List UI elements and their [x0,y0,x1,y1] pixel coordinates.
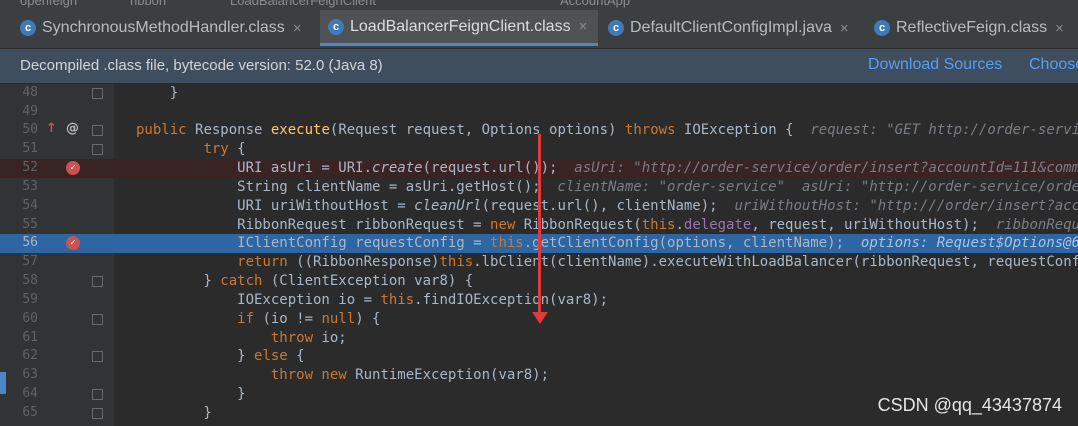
code-text: throw io; [270,330,347,346]
debug-hint: ribbonRequest: Feign [995,217,1078,233]
top-navigation-strip: openfeign ribbon LoadBalancerFeignClient… [0,0,1078,10]
line-number: 57 [22,254,38,269]
code-text: String clientName = asUri.getHost(); cli… [136,178,1078,197]
code-text: return ((RibbonResponse)this.lbClient(cl… [237,254,1078,270]
line-number: 49 [22,104,38,119]
breadcrumb-item[interactable]: ribbon [130,0,166,8]
code-line: 62 } else { [0,347,1078,366]
tab-synchronous-method-handler[interactable]: c SynchronousMethodHandler.class × [12,10,302,46]
breadcrumb-item[interactable]: openfeign [20,0,77,8]
fold-marker-icon[interactable] [92,276,103,287]
editor-tab-bar: c SynchronousMethodHandler.class × c Loa… [0,10,1078,49]
line-number: 48 [22,85,38,100]
code-text: } catch (ClientException var8) { [136,273,474,289]
fold-marker-icon[interactable] [92,125,103,136]
fold-marker-icon[interactable] [92,351,103,362]
line-number: 50 [22,122,38,137]
line-number: 61 [22,330,38,345]
code-text: URI uriWithoutHost = cleanUrl(request.ur… [136,197,1078,216]
class-file-icon: c [20,20,36,36]
tab-label: ReflectiveFeign.class [896,19,1048,36]
close-icon[interactable]: × [1055,20,1064,37]
tab-load-balancer-feign-client[interactable]: c LoadBalancerFeignClient.class × [320,10,598,46]
code-text: public Response execute(Request request,… [136,121,1078,140]
line-number: 51 [22,141,38,156]
line-number: 65 [22,405,38,420]
debug-hint: uriWithoutHost: "http:///order/insert?ac… [734,198,1078,214]
tab-label: SynchronousMethodHandler.class [42,19,285,36]
annotation-marker-icon: @ [66,121,79,136]
decompiled-message: Decompiled .class file, bytecode version… [20,57,383,74]
tool-window-stripe[interactable] [0,372,6,394]
line-number: 59 [22,292,38,307]
code-line: 48 } [0,84,1078,103]
debug-hint: request: "GET http://order-service/ord [810,122,1078,138]
breadcrumb-item[interactable]: LoadBalancerFeignClient [230,0,376,8]
watermark: CSDN @qq_43437874 [877,395,1062,415]
line-number: 55 [22,217,38,232]
debug-hint: asUri: "http://order-service/order/inser… [574,160,1078,176]
code-text: if (io != null) { [237,311,381,327]
line-number: 56 [22,235,38,250]
decompiled-notice-banner: Decompiled .class file, bytecode version… [0,49,1078,83]
code-text: } [136,386,246,402]
code-text: RibbonRequest ribbonRequest = new Ribbon… [136,216,1078,235]
fold-marker-icon[interactable] [92,314,103,325]
code-editor[interactable]: 48 } 49 50 ↑ @ public Response execute(R… [0,84,1078,426]
code-line: 61 throw io; [0,329,1078,348]
tab-label: DefaultClientConfigImpl.java [630,19,832,36]
code-line: 49 [0,103,1078,122]
fold-marker-icon[interactable] [92,408,103,419]
line-number: 52 [22,160,38,175]
code-text: throw new RuntimeException(var8); [270,367,550,383]
debug-hint: clientName: "order-service" asUri: "http… [557,179,1078,195]
code-line: 63 throw new RuntimeException(var8); [0,366,1078,385]
fold-marker-icon[interactable] [92,389,103,400]
fold-marker-icon[interactable] [92,144,103,155]
fold-marker-icon[interactable] [92,88,103,99]
class-file-icon: c [608,20,624,36]
line-number: 53 [22,179,38,194]
code-text: } [136,85,179,101]
annotation-arrow-head [532,312,548,324]
class-file-icon: c [328,18,344,35]
breakpoint-icon[interactable]: ✓ [66,161,80,175]
code-text: } [136,405,212,421]
code-text: URI asUri = URI.create(request.url()); a… [136,159,1078,178]
class-file-icon: c [874,20,890,36]
code-text: } else { [136,348,305,364]
line-number: 54 [22,198,38,213]
code-text: try { [203,141,246,157]
tab-reflective-feign[interactable]: c ReflectiveFeign.class × [866,10,1064,46]
close-icon[interactable]: × [293,20,302,37]
debug-hint: options: Request$Options@6100 clien [860,235,1078,251]
line-number: 58 [22,273,38,288]
close-icon[interactable]: × [840,20,849,37]
override-marker-icon[interactable]: ↑ [46,121,57,136]
tab-default-client-config-impl[interactable]: c DefaultClientConfigImpl.java × [600,10,849,46]
line-number: 60 [22,311,38,326]
choose-sources-link[interactable]: Choose [1029,56,1078,74]
close-icon[interactable]: × [579,18,588,35]
annotation-arrow [538,134,541,316]
download-sources-link[interactable]: Download Sources [868,56,1002,74]
tab-label: LoadBalancerFeignClient.class [350,17,571,35]
breakpoint-icon[interactable]: ✓ [66,236,80,250]
run-config-dropdown[interactable]: AccountApp [560,0,630,8]
code-text: IClientConfig requestConfig = this.getCl… [136,234,1078,253]
line-number: 62 [22,348,38,363]
